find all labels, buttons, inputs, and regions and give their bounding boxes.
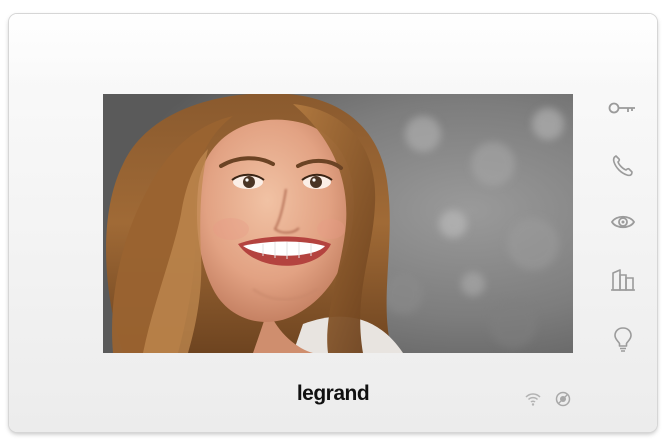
- do-not-disturb-icon: [553, 389, 573, 409]
- video-feed-image: [103, 94, 573, 353]
- phone-handset-icon: [611, 153, 635, 177]
- video-screen[interactable]: [103, 94, 573, 353]
- answer-call-button[interactable]: [601, 149, 645, 181]
- status-indicators: [523, 389, 583, 409]
- side-button-panel: [601, 92, 645, 362]
- lights-button[interactable]: [601, 323, 645, 355]
- monitor-button[interactable]: [601, 206, 645, 238]
- intercom-device: legrand: [9, 14, 657, 432]
- eye-icon: [610, 213, 636, 231]
- key-icon: [608, 100, 638, 116]
- intercom-button[interactable]: [601, 264, 645, 296]
- light-bulb-icon: [613, 326, 633, 352]
- building-icon: [610, 269, 636, 291]
- wifi-icon: [523, 389, 543, 409]
- door-unlock-button[interactable]: [601, 92, 645, 124]
